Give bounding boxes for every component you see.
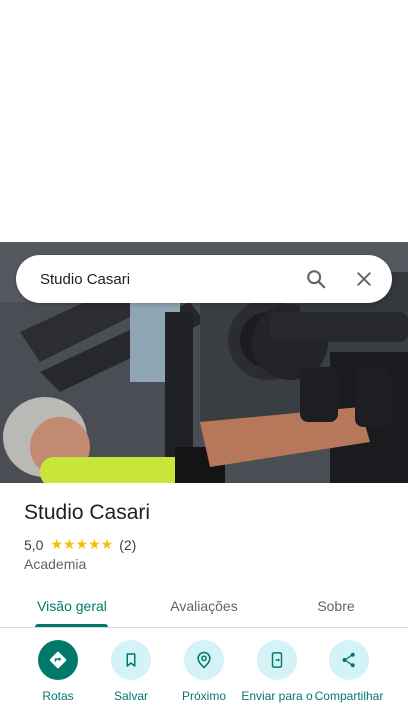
send-to-phone-button[interactable]: Enviar para o <box>241 640 313 703</box>
nearby-circle[interactable] <box>184 640 224 680</box>
tab-overview-label: Visão geral <box>37 598 107 614</box>
share-label: Compartilhar <box>314 689 384 703</box>
save-circle[interactable] <box>111 640 151 680</box>
directions-circle[interactable] <box>38 640 78 680</box>
place-tabs: Visão geral Avaliações Sobre <box>0 584 408 628</box>
directions-label: Rotas <box>42 689 74 703</box>
place-category[interactable]: Academia <box>24 556 86 572</box>
rating-stars: ★★★★★ <box>50 536 114 552</box>
send-to-phone-circle[interactable] <box>257 640 297 680</box>
place-title: Studio Casari <box>24 501 151 524</box>
search-icon <box>307 270 326 289</box>
rating-row[interactable]: 5,0 ★★★★★ (2) <box>24 536 136 553</box>
tab-overview[interactable]: Visão geral <box>24 584 120 628</box>
tab-about[interactable]: Sobre <box>288 584 384 628</box>
clear-search-button[interactable] <box>340 255 388 303</box>
action-bar: Rotas Salvar Próximo Enviar para o Compa… <box>0 640 408 726</box>
active-tab-indicator <box>35 624 108 627</box>
directions-button[interactable]: Rotas <box>22 640 94 703</box>
tab-about-label: Sobre <box>317 598 355 614</box>
share-button[interactable]: Compartilhar <box>313 640 385 703</box>
send-to-phone-icon <box>271 652 283 668</box>
directions-icon <box>49 651 67 669</box>
review-count[interactable]: (2) <box>119 537 136 553</box>
search-input[interactable]: Studio Casari <box>16 271 292 288</box>
save-button[interactable]: Salvar <box>95 640 167 703</box>
rating-value: 5,0 <box>24 536 44 553</box>
share-icon <box>342 652 355 668</box>
search-bar[interactable]: Studio Casari <box>16 255 392 303</box>
bookmark-icon <box>126 653 136 667</box>
nearby-label: Próximo <box>181 689 226 703</box>
share-circle[interactable] <box>329 640 369 680</box>
tab-reviews[interactable]: Avaliações <box>156 584 252 628</box>
search-button[interactable] <box>292 255 340 303</box>
nearby-button[interactable]: Próximo <box>168 640 240 703</box>
close-icon <box>357 272 371 286</box>
tab-reviews-label: Avaliações <box>170 598 238 614</box>
save-label: Salvar <box>113 689 148 703</box>
nearby-icon <box>197 651 211 669</box>
send-to-phone-label: Enviar para o <box>241 689 313 703</box>
